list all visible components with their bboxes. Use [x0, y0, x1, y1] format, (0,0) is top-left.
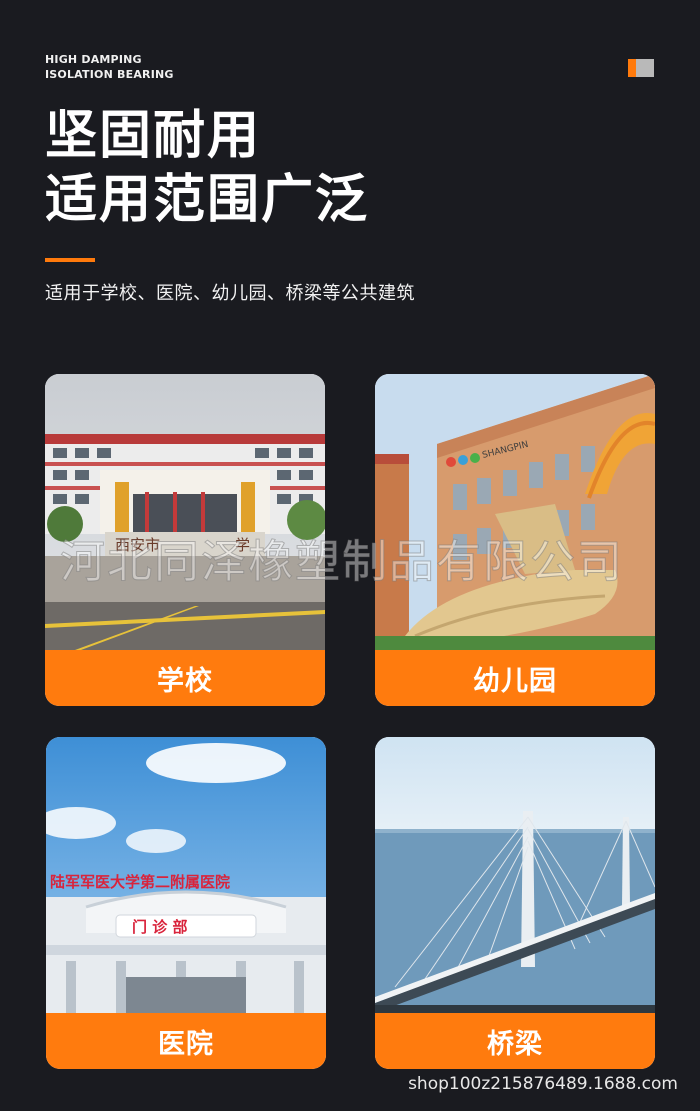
kindergarten-label-bar: 幼儿园 [375, 650, 655, 706]
kindergarten-photo: SHANGPIN [375, 374, 655, 650]
hospital-label-bar: 医院 [46, 1013, 326, 1069]
hospital-photo: 陆军军医大学第二附属医院 门 诊 部 [46, 737, 326, 1013]
bridge-label-bar: 桥梁 [375, 1013, 655, 1069]
card-bridge: 桥梁 [375, 737, 655, 1069]
watermark-company-name: 河北同泽橡塑制品有限公司 [59, 535, 625, 589]
kindergarten-label: 幼儿园 [473, 665, 557, 697]
brand-mark-icon [628, 59, 654, 77]
school-label-bar: 学校 [45, 650, 325, 706]
hospital-roof-sign-text: 陆军军医大学第二附属医院 [50, 873, 230, 891]
hospital-entrance-sign-text: 门 诊 部 [132, 918, 187, 936]
eyebrow-line-2: ISOLATION BEARING [45, 68, 174, 81]
headline: 坚固耐用 适用范围广泛 [45, 104, 369, 232]
headline-line-2: 适用范围广泛 [45, 170, 370, 230]
eyebrow-product-name: HIGH DAMPING ISOLATION BEARING [45, 52, 174, 82]
card-hospital: 陆军军医大学第二附属医院 门 诊 部 医院 [46, 737, 326, 1069]
school-label: 学校 [157, 665, 213, 697]
bridge-photo [375, 737, 655, 1013]
headline-line-1: 坚固耐用 [45, 106, 262, 166]
school-photo: 西安市 学 [45, 374, 325, 650]
subtitle: 适用于学校、医院、幼儿园、桥梁等公共建筑 [45, 283, 415, 304]
hospital-label: 医院 [158, 1028, 214, 1060]
bridge-label: 桥梁 [487, 1028, 543, 1060]
accent-divider [45, 258, 95, 262]
footer-shop-url: shop100z215876489.1688.com [408, 1074, 678, 1094]
eyebrow-line-1: HIGH DAMPING [45, 53, 142, 66]
